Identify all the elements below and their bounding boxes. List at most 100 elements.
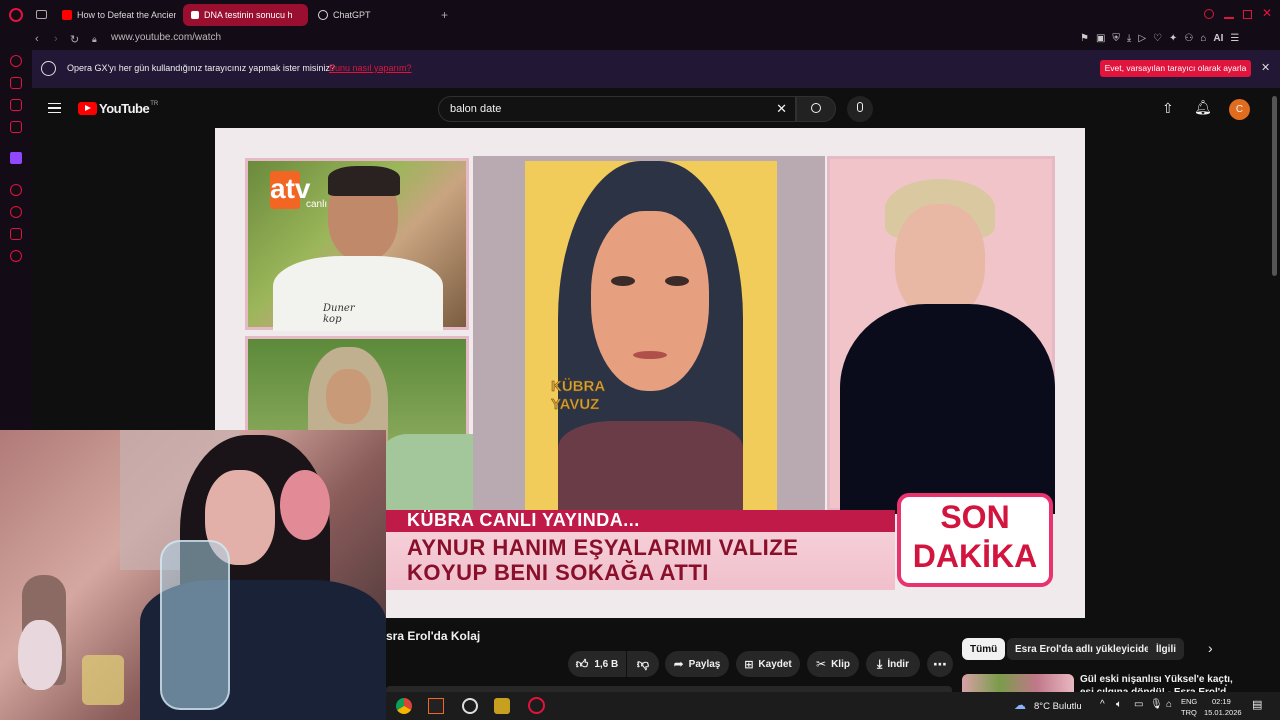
tab-dna-testinin[interactable]: DNA testinin sonucu h	[183, 4, 308, 26]
download-icon[interactable]: ⤓	[1127, 33, 1131, 44]
banner-close-icon[interactable]: ✕	[1261, 61, 1270, 74]
page-scrollbar[interactable]	[1272, 96, 1277, 276]
notifications-bell-icon[interactable]: 🔔︎	[1194, 99, 1212, 116]
bookmark-icon[interactable]: ⚑	[1080, 33, 1089, 44]
chips-next-icon[interactable]: ›	[1208, 640, 1213, 656]
account-avatar[interactable]: C	[1229, 99, 1250, 120]
save-icon: ⊞	[744, 658, 754, 671]
set-default-button[interactable]: Evet, varsayılan tarayıcı olarak ayarla	[1100, 60, 1251, 77]
thumbs-down-icon: 👎︎	[636, 656, 650, 671]
sidebar-messenger-icon[interactable]	[10, 99, 22, 111]
sidebar-settings-icon[interactable]	[10, 250, 22, 262]
forward-icon[interactable]: ›	[54, 33, 58, 45]
clock-time[interactable]: 02:19	[1212, 697, 1231, 706]
reload-icon[interactable]: ↻	[70, 33, 79, 46]
weather-text[interactable]: 8°C Bulutlu	[1034, 701, 1082, 712]
sidebar-gx-control-icon[interactable]	[10, 77, 22, 89]
save-button[interactable]: ⊞ Kaydet	[736, 651, 800, 677]
ticker-line-2: AYNUR HANIM EŞYALARIMI VALIZE	[407, 535, 799, 560]
close-window-icon[interactable]: ✕	[1262, 6, 1272, 20]
scissors-icon: ✂	[816, 657, 827, 671]
like-button[interactable]: 👍︎ 1,6 B	[568, 651, 626, 677]
snapshot-icon[interactable]: ▣	[1096, 33, 1105, 44]
maximize-icon[interactable]	[1243, 10, 1252, 19]
sidebar-player-icon[interactable]	[10, 184, 22, 196]
sidebar-twitch-icon[interactable]	[10, 152, 22, 164]
notifications-icon[interactable]: ▤	[1252, 698, 1262, 711]
more-actions-button[interactable]: ⋯	[927, 651, 953, 677]
chip-all[interactable]: Tümü	[962, 638, 1006, 660]
thumbs-up-icon: 👍︎	[575, 656, 589, 671]
upload-icon[interactable]: ⇧	[1162, 100, 1174, 117]
volume-icon[interactable]: 🔈︎	[1116, 699, 1122, 710]
sidebar-extensions-icon[interactable]	[10, 228, 22, 240]
tab-overview-icon[interactable]	[36, 10, 47, 19]
opera-logo-icon[interactable]	[9, 8, 23, 22]
windows-taskbar: ☁ 8°C Bulutlu ^ 🔈︎ ▭ 🎙︎ ⌂ ENG TRQ 02:19 …	[386, 692, 1280, 720]
sidebar-speed-dial-icon[interactable]	[10, 55, 22, 67]
obs-taskbar-icon[interactable]	[462, 698, 478, 714]
tab-chatgpt[interactable]: ChatGPT	[310, 4, 435, 26]
like-count: 1,6 B	[594, 658, 619, 670]
back-icon[interactable]: ‹	[35, 33, 39, 45]
search-icon	[811, 103, 821, 113]
game-taskbar-icon[interactable]	[494, 698, 510, 714]
aria-ai-icon[interactable]: AI	[1213, 33, 1223, 44]
atv-logo-mark: atv	[270, 171, 310, 209]
hamburger-menu-icon[interactable]	[48, 103, 61, 113]
shield-icon[interactable]: ⛨	[1112, 33, 1120, 44]
tab-label: ChatGPT	[333, 10, 371, 20]
search-tabs-icon[interactable]	[1204, 9, 1214, 19]
clock-date[interactable]: 15.01.2026	[1204, 708, 1242, 717]
cart-icon[interactable]: ⌂	[1200, 33, 1206, 44]
youtube-logo[interactable]: YouTube TR	[78, 101, 158, 116]
language-line-1[interactable]: ENG	[1181, 697, 1197, 706]
menu-icon[interactable]: ☰	[1230, 33, 1239, 44]
chip-from-uploader[interactable]: Esra Erol'da adlı yükleyiciden	[1007, 638, 1164, 660]
chip-related[interactable]: İlgili	[1148, 638, 1184, 660]
search-button[interactable]	[796, 96, 836, 122]
extensions-icon[interactable]: ✦	[1169, 33, 1177, 44]
recommended-title-line-1[interactable]: Gül eski nişanlısı Yüksel'e kaçtı,	[1080, 674, 1233, 685]
banner-help-link[interactable]: Bunu nasıl yaparım?	[329, 63, 412, 73]
new-tab-button[interactable]: +	[441, 8, 448, 22]
search-input[interactable]: balon date	[450, 103, 501, 115]
atv-sub-label: canlı	[306, 199, 328, 210]
tray-chevron-icon[interactable]: ^	[1100, 699, 1105, 710]
youtube-header: YouTube TR balon date ✕ ⇧ 🔔︎ C	[32, 88, 1280, 128]
weather-icon[interactable]: ☁	[1014, 698, 1026, 712]
thumbnail-portrait-panel: KÜBRA YAVUZ	[473, 156, 825, 511]
minimize-icon[interactable]	[1224, 17, 1234, 19]
tab-label: How to Defeat the Ancient	[77, 10, 176, 20]
opera-gx-taskbar-icon[interactable]	[528, 697, 545, 714]
search-box[interactable]: balon date ✕	[438, 96, 796, 122]
language-line-2[interactable]: TRQ	[1181, 708, 1197, 717]
clear-search-icon[interactable]: ✕	[776, 101, 787, 117]
heart-icon[interactable]: ♡	[1153, 33, 1162, 44]
tab-how-to-defeat[interactable]: How to Defeat the Ancient	[54, 4, 176, 26]
sidebar-instagram-icon[interactable]	[10, 121, 22, 133]
sidebar-history-icon[interactable]	[10, 206, 22, 218]
clip-button[interactable]: ✂ Klip	[807, 651, 859, 677]
url-field[interactable]: www.youtube.com/watch	[111, 32, 221, 43]
opera-gx-icon	[41, 61, 56, 76]
chrome-taskbar-icon[interactable]	[396, 698, 412, 714]
lock-icon: 🔒︎	[92, 34, 97, 44]
network-icon[interactable]: ⌂	[1166, 699, 1172, 710]
mic-tray-icon[interactable]: 🎙︎	[1150, 699, 1163, 710]
voice-search-button[interactable]	[847, 96, 873, 122]
region-code: TR	[150, 101, 159, 107]
download-button[interactable]: ⤓ İndir	[866, 651, 920, 677]
account-icon[interactable]: ⚇	[1184, 33, 1193, 44]
thumbnail-man-panel: atv canlı Duner kop	[245, 158, 469, 331]
dislike-button[interactable]: 👎︎	[627, 651, 659, 677]
webcam-overlay	[0, 430, 386, 720]
play-icon[interactable]: ▷	[1138, 33, 1146, 44]
banner-message: Opera GX'yı her gün kullandığınız tarayı…	[67, 63, 335, 73]
display-icon[interactable]: ▭	[1134, 699, 1143, 710]
tab-label: DNA testinin sonucu h	[204, 10, 293, 20]
recommended-more-icon[interactable]: ⋮	[1220, 674, 1232, 688]
app-taskbar-icon[interactable]	[428, 698, 444, 714]
default-browser-banner: Opera GX'yı her gün kullandığınız tarayı…	[32, 50, 1280, 88]
share-button[interactable]: ➦ Paylaş	[665, 651, 729, 677]
